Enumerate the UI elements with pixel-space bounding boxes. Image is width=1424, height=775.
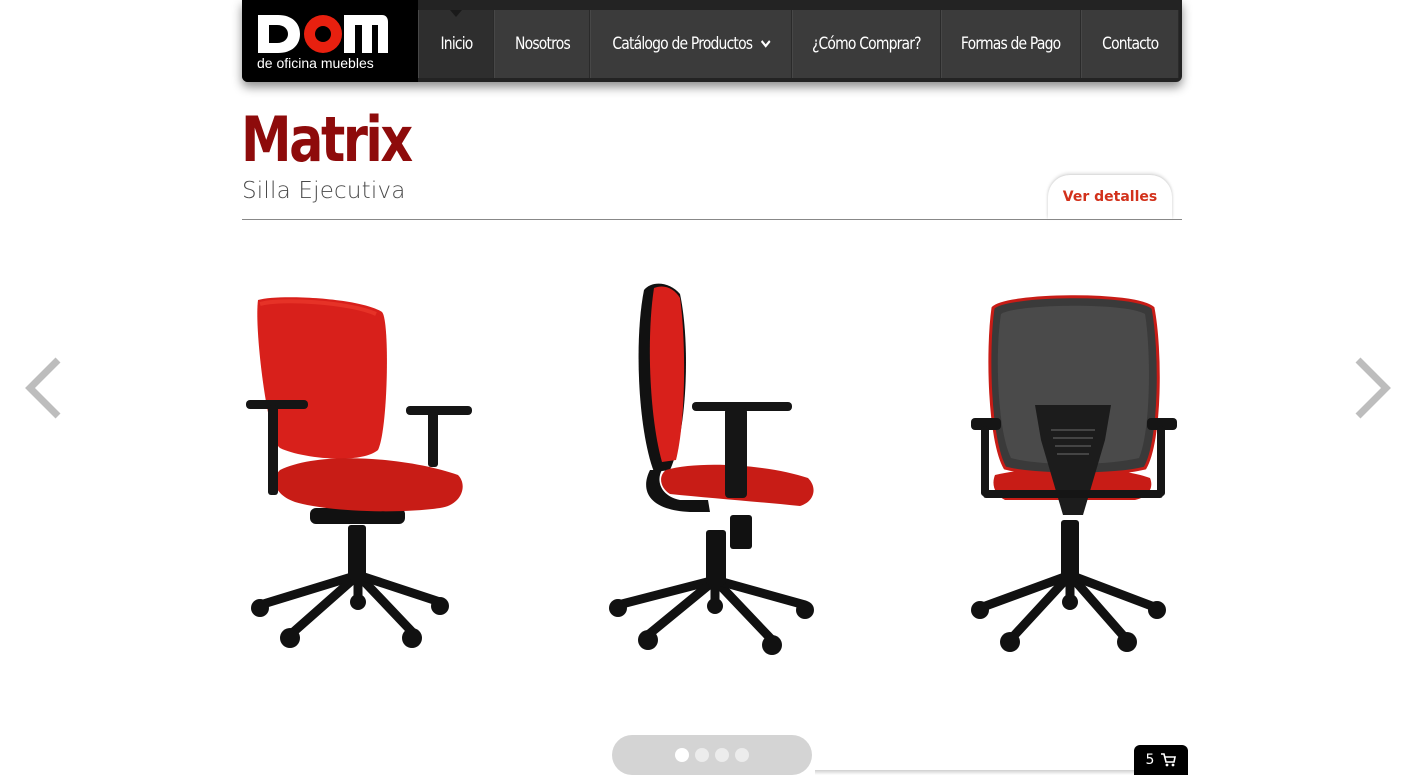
nav-item-como-comprar[interactable]: ¿Cómo Comprar? [792,10,941,78]
product-title: Matrix [241,103,413,176]
carousel-pager [612,735,812,775]
carousel-dot[interactable] [715,748,729,762]
chair-front-image [246,297,472,648]
nav-item-label: Contacto [1101,34,1159,54]
cart-icon [1161,753,1177,767]
nav-item-contacto[interactable]: Contacto [1081,10,1179,78]
details-button[interactable]: Ver detalles [1048,175,1172,219]
nav-item-label-text: Catálogo de Productos [611,34,753,54]
carousel-dot[interactable] [675,748,689,762]
carousel-next-button[interactable] [1354,356,1394,420]
logo[interactable]: de oficina muebles [242,0,418,82]
main-navbar: de oficina muebles Inicio Nosotros Catál… [242,0,1182,82]
nav-item-label: ¿Cómo Comprar? [812,34,922,54]
nav-item-label: Inicio [440,34,473,54]
nav-item-label: Catálogo de Productos [612,34,770,54]
title-divider [242,219,1182,220]
chevron-right-icon [1355,357,1391,419]
footer-shadow [815,770,1135,775]
nav-menu: Inicio Nosotros Catálogo de Productos ¿C… [418,10,1179,78]
chair-side-image [609,283,814,655]
nav-item-label: Nosotros [514,34,571,54]
nav-item-nosotros[interactable]: Nosotros [494,10,590,78]
chevron-left-icon [25,357,61,419]
nav-item-inicio[interactable]: Inicio [418,10,494,78]
cart-count: 5 [1145,752,1155,768]
chair-back-image [971,295,1177,652]
nav-item-catalogo[interactable]: Catálogo de Productos [590,10,792,78]
chevron-down-icon [760,40,770,48]
logo-tagline: de oficina muebles [257,55,374,71]
carousel-dot[interactable] [735,748,749,762]
product-subtitle: Silla Ejecutiva [242,178,406,204]
logo-mark [258,15,388,53]
carousel-dot[interactable] [695,748,709,762]
nav-item-formas-de-pago[interactable]: Formas de Pago [941,10,1081,78]
page: de oficina muebles Inicio Nosotros Catál… [0,0,1424,775]
nav-item-label: Formas de Pago [961,34,1061,54]
cart-button[interactable]: 5 [1134,745,1188,775]
carousel-prev-button[interactable] [22,356,62,420]
